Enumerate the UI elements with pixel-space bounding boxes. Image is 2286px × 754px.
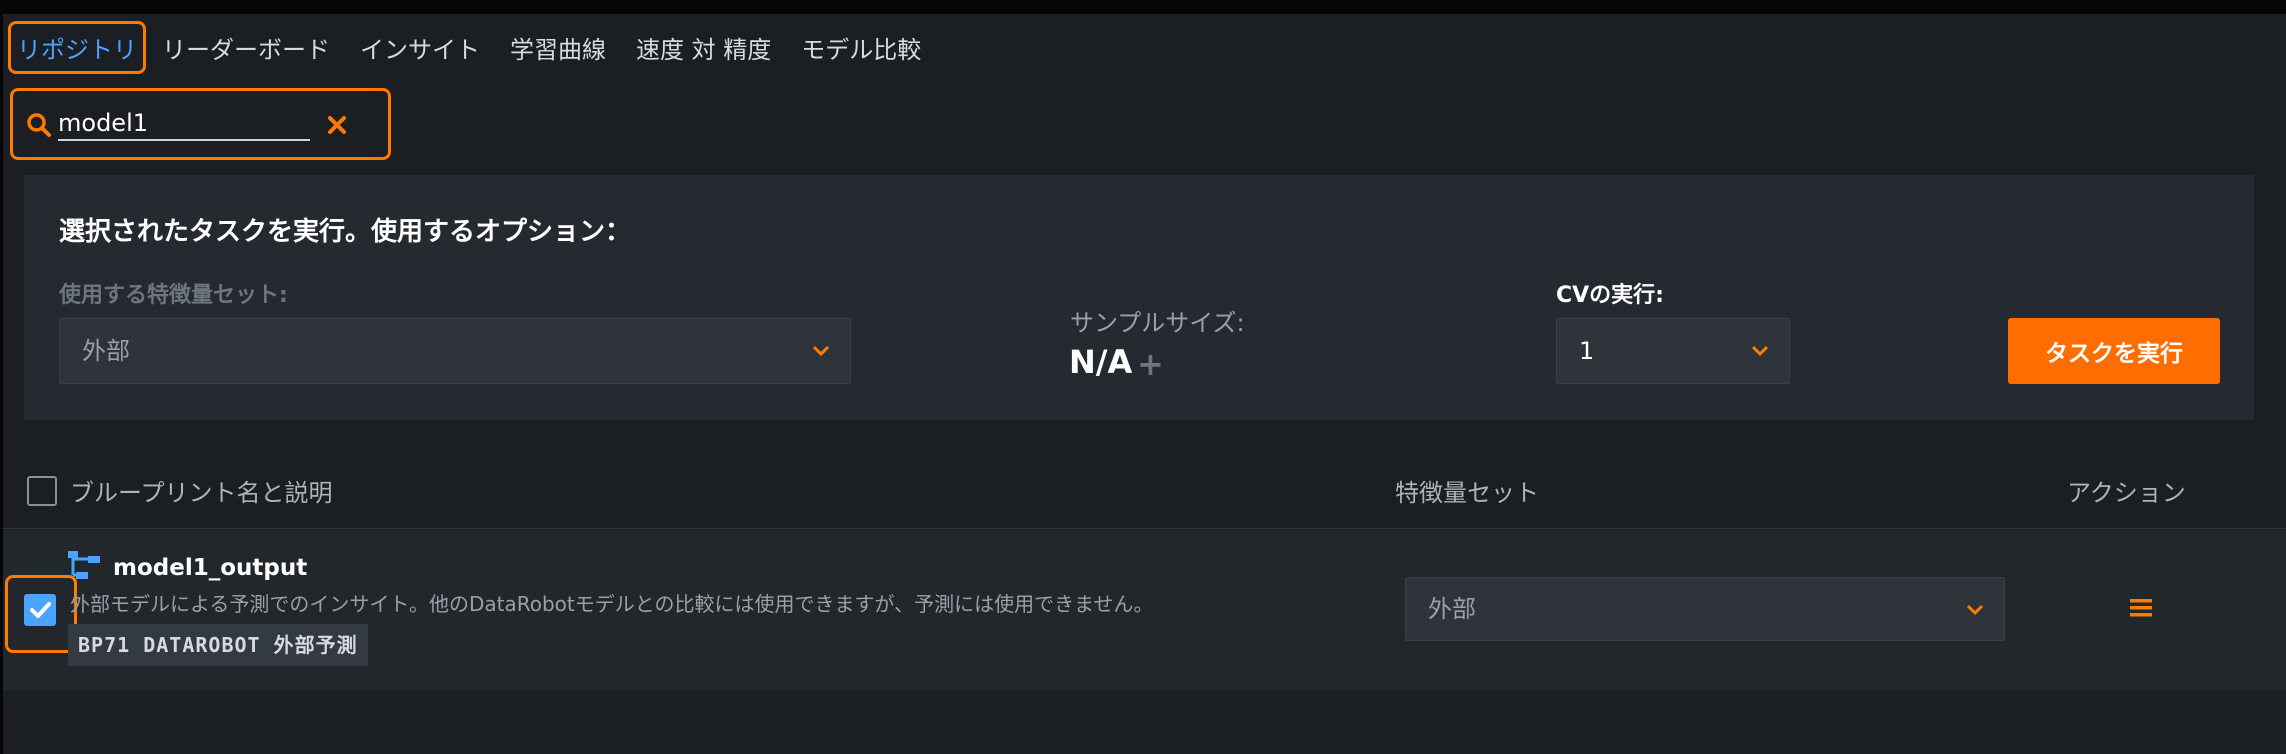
header-blueprint-name: ブループリント名と説明 [70, 479, 333, 507]
row-checkbox[interactable] [24, 594, 56, 626]
checkmark-icon [30, 602, 51, 618]
run-options-panel: 選択されたタスクを実行。使用するオプション： 使用する特徴量セット: 外部 サン… [24, 175, 2254, 420]
cv-label: CVの実行: [1556, 283, 1664, 308]
blueprint-description: 外部モデルによる予測でのインサイト。他のDataRobotモデルとの比較には使用… [70, 592, 1154, 616]
search-input[interactable] [58, 107, 310, 141]
tab-bar: リポジトリ リーダーボード インサイト 学習曲線 速度 対 精度 モデル比較 [8, 20, 951, 74]
blueprint-name[interactable]: model1_output [113, 555, 307, 581]
tab-model-comparison[interactable]: モデル比較 [801, 30, 921, 65]
header-action: アクション [2067, 479, 2186, 507]
chevron-down-icon [812, 345, 830, 357]
window-top-strip [0, 0, 2286, 14]
cv-select[interactable]: 1 [1556, 318, 1790, 384]
tab-leaderboard[interactable]: リーダーボード [162, 30, 330, 65]
chevron-down-icon [1751, 345, 1769, 357]
feature-set-value: 外部 [82, 337, 130, 365]
tab-insights[interactable]: インサイト [360, 30, 480, 65]
table-header: ブループリント名と説明 特徴量セット アクション [3, 455, 2286, 529]
chevron-down-icon [1966, 604, 1984, 616]
search-icon [27, 113, 51, 137]
select-all-checkbox[interactable] [27, 476, 57, 506]
search-box [10, 88, 391, 160]
row-feature-set-value: 外部 [1428, 595, 1476, 623]
tab-speed-vs-accuracy[interactable]: 速度 対 精度 [636, 30, 771, 65]
add-sample-size-icon[interactable]: + [1137, 345, 1164, 383]
sample-size-label: サンプルサイズ: [1070, 309, 1245, 337]
tab-repository[interactable]: リポジトリ [8, 20, 146, 74]
header-feature-set: 特徴量セット [1395, 479, 1539, 507]
cv-value: 1 [1579, 337, 1595, 365]
run-task-button[interactable]: タスクを実行 [2008, 318, 2220, 384]
blueprint-icon [68, 551, 100, 579]
row-feature-set-select[interactable]: 外部 [1405, 577, 2005, 641]
feature-set-select[interactable]: 外部 [59, 318, 851, 384]
panel-title: 選択されたタスクを実行。使用するオプション： [59, 217, 632, 247]
menu-icon[interactable] [2130, 597, 2152, 619]
tab-learning-curve[interactable]: 学習曲線 [510, 30, 606, 65]
feature-set-label: 使用する特徴量セット: [59, 283, 288, 308]
sample-size-value: N/A [1069, 343, 1133, 381]
blueprint-badge: BP71 DATAROBOT 外部予測 [68, 624, 368, 666]
close-icon[interactable] [327, 115, 347, 135]
